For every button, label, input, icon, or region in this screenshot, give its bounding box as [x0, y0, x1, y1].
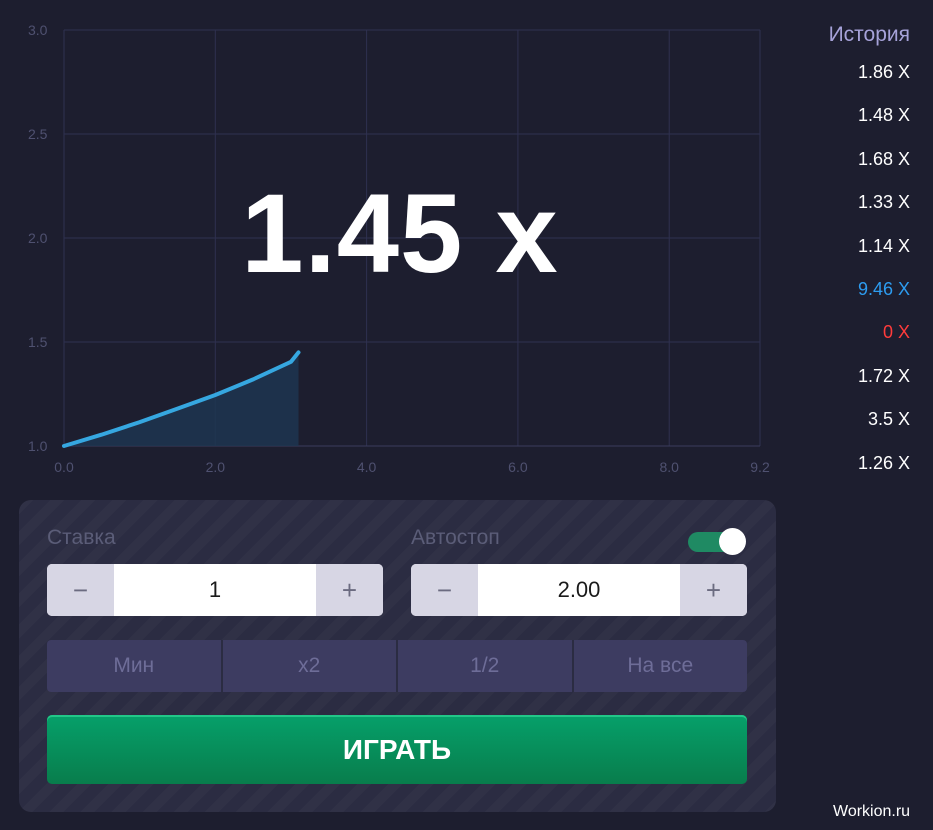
- x-tick-label: 9.2: [750, 459, 770, 475]
- y-tick-label: 2.0: [28, 230, 48, 246]
- history-item: 1.26 X: [857, 452, 910, 473]
- bet-label: Ставка: [47, 526, 116, 549]
- bet-increase-button[interactable]: +: [316, 564, 383, 616]
- history-item: 1.72 X: [857, 365, 910, 386]
- bet-stepper: − 1 +: [47, 564, 383, 616]
- autostop-label: Автостоп: [411, 526, 500, 549]
- bet-decrease-button[interactable]: −: [47, 564, 114, 616]
- x-tick-label: 6.0: [508, 459, 528, 475]
- y-tick-label: 1.0: [28, 438, 48, 454]
- history-item: 1.33 X: [857, 192, 910, 213]
- double-bet-button[interactable]: x2: [220, 640, 396, 692]
- x-tick-label: 2.0: [206, 459, 226, 475]
- watermark: Workion.ru: [833, 803, 911, 820]
- quick-bet-buttons: Мин x2 1/2 На все: [47, 640, 747, 692]
- history-panel: История 1.86 X 1.48 X 1.68 X 1.33 X 1.14…: [800, 20, 910, 497]
- min-bet-button[interactable]: Мин: [47, 640, 221, 692]
- x-tick-label: 0.0: [54, 459, 74, 475]
- chart-area-fill: [64, 352, 299, 446]
- history-item: 9.46 X: [857, 278, 910, 299]
- history-item: 3.5 X: [867, 409, 910, 430]
- y-tick-label: 1.5: [28, 334, 48, 350]
- history-item: 0 X: [882, 322, 910, 343]
- toggle-knob: [719, 528, 746, 555]
- y-tick-label: 2.5: [28, 126, 48, 142]
- autostop-stepper: − 2.00 +: [411, 564, 747, 616]
- current-multiplier: 1.45 x: [241, 171, 559, 296]
- half-bet-button[interactable]: 1/2: [396, 640, 572, 692]
- x-tick-label: 4.0: [357, 459, 377, 475]
- history-item: 1.68 X: [857, 148, 910, 169]
- history-item: 1.86 X: [857, 62, 910, 82]
- autostop-value-input[interactable]: 2.00: [478, 564, 680, 616]
- history-item: 1.14 X: [857, 235, 910, 256]
- bet-panel: Ставка − 1 + Автостоп − 2.00 + Мин x2 1/…: [19, 500, 776, 812]
- history-list: 1.86 X 1.48 X 1.68 X 1.33 X 1.14 X 9.46 …: [800, 63, 910, 497]
- autostop-decrease-button[interactable]: −: [411, 564, 478, 616]
- autostop-increase-button[interactable]: +: [680, 564, 747, 616]
- y-tick-label: 3.0: [28, 22, 48, 38]
- autostop-toggle[interactable]: [688, 526, 747, 556]
- play-button[interactable]: ИГРАТЬ: [47, 715, 747, 784]
- history-item: 1.48 X: [857, 105, 910, 126]
- x-tick-label: 8.0: [659, 459, 679, 475]
- bet-amount-input[interactable]: 1: [114, 564, 316, 616]
- history-title: История: [828, 23, 910, 46]
- all-in-button[interactable]: На все: [571, 640, 747, 692]
